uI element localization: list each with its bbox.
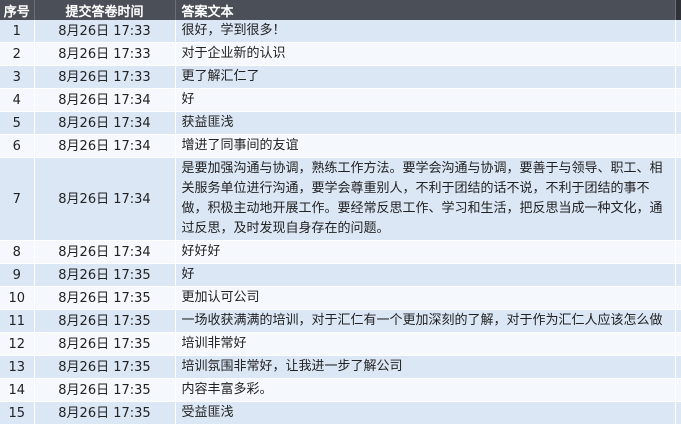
column-header-answer-text[interactable]: 答案文本	[175, 0, 676, 20]
cell-index: 11	[0, 309, 35, 333]
cell-cutoff	[675, 332, 681, 356]
cell-submit-time: 8月26日 17:34	[34, 157, 176, 241]
cell-cutoff	[675, 240, 681, 264]
table-row[interactable]: 14 8月26日 17:35 内容丰富多彩。	[0, 378, 681, 402]
cell-answer-text: 好	[175, 88, 676, 112]
cell-answer-text: 受益匪浅	[175, 401, 676, 425]
cell-answer-text: 培训非常好	[175, 332, 676, 356]
cell-answer-text: 是要加强沟通与协调，熟练工作方法。要学会沟通与协调，要善于与领导、职工、相关服务…	[175, 157, 676, 241]
cell-submit-time: 8月26日 17:34	[34, 240, 176, 264]
column-header-index[interactable]: 序号	[0, 0, 35, 20]
cell-cutoff	[675, 309, 681, 333]
cell-submit-time: 8月26日 17:34	[34, 88, 176, 112]
cell-index: 1	[0, 20, 35, 43]
cell-answer-text: 好	[175, 263, 676, 287]
cell-cutoff	[675, 286, 681, 310]
cell-submit-time: 8月26日 17:34	[34, 111, 176, 135]
cell-index: 8	[0, 240, 35, 264]
header-row: 序号 提交答卷时间 答案文本	[0, 0, 681, 20]
cell-answer-text: 一场收获满满的培训，对于汇仁有一个更加深刻的了解，对于作为汇仁人应该怎么做	[175, 309, 676, 333]
table-row[interactable]: 3 8月26日 17:33 更了解汇仁了	[0, 65, 681, 89]
cell-answer-text: 对于企业新的认识	[175, 42, 676, 66]
cell-answer-text: 培训氛围非常好，让我进一步了解公司	[175, 355, 676, 379]
cell-submit-time: 8月26日 17:35	[34, 401, 176, 425]
cell-cutoff	[675, 263, 681, 287]
cell-answer-text: 很好，学到很多！	[175, 20, 676, 43]
cell-cutoff	[675, 134, 681, 158]
cell-index: 6	[0, 134, 35, 158]
table-row[interactable]: 12 8月26日 17:35 培训非常好	[0, 332, 681, 356]
table-body: 1 8月26日 17:33 很好，学到很多！ 2 8月26日 17:33 对于企业新的认识…	[0, 20, 681, 425]
cell-index: 14	[0, 378, 35, 402]
column-header-submit-time[interactable]: 提交答卷时间	[34, 0, 176, 20]
cell-submit-time: 8月26日 17:35	[34, 378, 176, 402]
cell-index: 4	[0, 88, 35, 112]
cell-cutoff	[675, 157, 681, 241]
cell-answer-text: 好好好	[175, 240, 676, 264]
table-row[interactable]: 9 8月26日 17:35 好	[0, 263, 681, 287]
cell-index: 5	[0, 111, 35, 135]
cell-cutoff	[675, 88, 681, 112]
table-header: 序号 提交答卷时间 答案文本	[0, 0, 681, 20]
cell-index: 15	[0, 401, 35, 425]
cell-index: 3	[0, 65, 35, 89]
cell-index: 10	[0, 286, 35, 310]
cell-submit-time: 8月26日 17:35	[34, 309, 176, 333]
cell-submit-time: 8月26日 17:34	[34, 134, 176, 158]
cell-submit-time: 8月26日 17:33	[34, 42, 176, 66]
table-row[interactable]: 10 8月26日 17:35 更加认可公司	[0, 286, 681, 310]
responses-table: 序号 提交答卷时间 答案文本 1 8月26日 17:33 很好，学到很多！ 2 8月26…	[0, 0, 681, 425]
cell-submit-time: 8月26日 17:35	[34, 286, 176, 310]
cell-cutoff	[675, 401, 681, 425]
cell-answer-text: 更加认可公司	[175, 286, 676, 310]
cell-answer-text: 更了解汇仁了	[175, 65, 676, 89]
cell-cutoff	[675, 42, 681, 66]
column-header-cutoff	[675, 0, 681, 20]
cell-submit-time: 8月26日 17:35	[34, 263, 176, 287]
cell-cutoff	[675, 65, 681, 89]
table-row[interactable]: 8 8月26日 17:34 好好好	[0, 240, 681, 264]
cell-index: 12	[0, 332, 35, 356]
cell-answer-text: 内容丰富多彩。	[175, 378, 676, 402]
cell-submit-time: 8月26日 17:35	[34, 332, 176, 356]
table-row[interactable]: 11 8月26日 17:35 一场收获满满的培训，对于汇仁有一个更加深刻的了解，对于…	[0, 309, 681, 333]
cell-cutoff	[675, 111, 681, 135]
table-row[interactable]: 7 8月26日 17:34 是要加强沟通与协调，熟练工作方法。要学会沟通与协调，要善…	[0, 157, 681, 241]
table-row[interactable]: 13 8月26日 17:35 培训氛围非常好，让我进一步了解公司	[0, 355, 681, 379]
cell-cutoff	[675, 378, 681, 402]
cell-cutoff	[675, 20, 681, 43]
table-row[interactable]: 2 8月26日 17:33 对于企业新的认识	[0, 42, 681, 66]
table-row[interactable]: 4 8月26日 17:34 好	[0, 88, 681, 112]
cell-index: 2	[0, 42, 35, 66]
cell-answer-text: 获益匪浅	[175, 111, 676, 135]
cell-submit-time: 8月26日 17:35	[34, 355, 176, 379]
table-row[interactable]: 5 8月26日 17:34 获益匪浅	[0, 111, 681, 135]
cell-index: 7	[0, 157, 35, 241]
cell-index: 13	[0, 355, 35, 379]
cell-submit-time: 8月26日 17:33	[34, 20, 176, 43]
cell-answer-text: 增进了同事间的友谊	[175, 134, 676, 158]
table-row[interactable]: 1 8月26日 17:33 很好，学到很多！	[0, 20, 681, 43]
table-row[interactable]: 6 8月26日 17:34 增进了同事间的友谊	[0, 134, 681, 158]
cell-cutoff	[675, 355, 681, 379]
cell-submit-time: 8月26日 17:33	[34, 65, 176, 89]
table-row[interactable]: 15 8月26日 17:35 受益匪浅	[0, 401, 681, 425]
cell-index: 9	[0, 263, 35, 287]
